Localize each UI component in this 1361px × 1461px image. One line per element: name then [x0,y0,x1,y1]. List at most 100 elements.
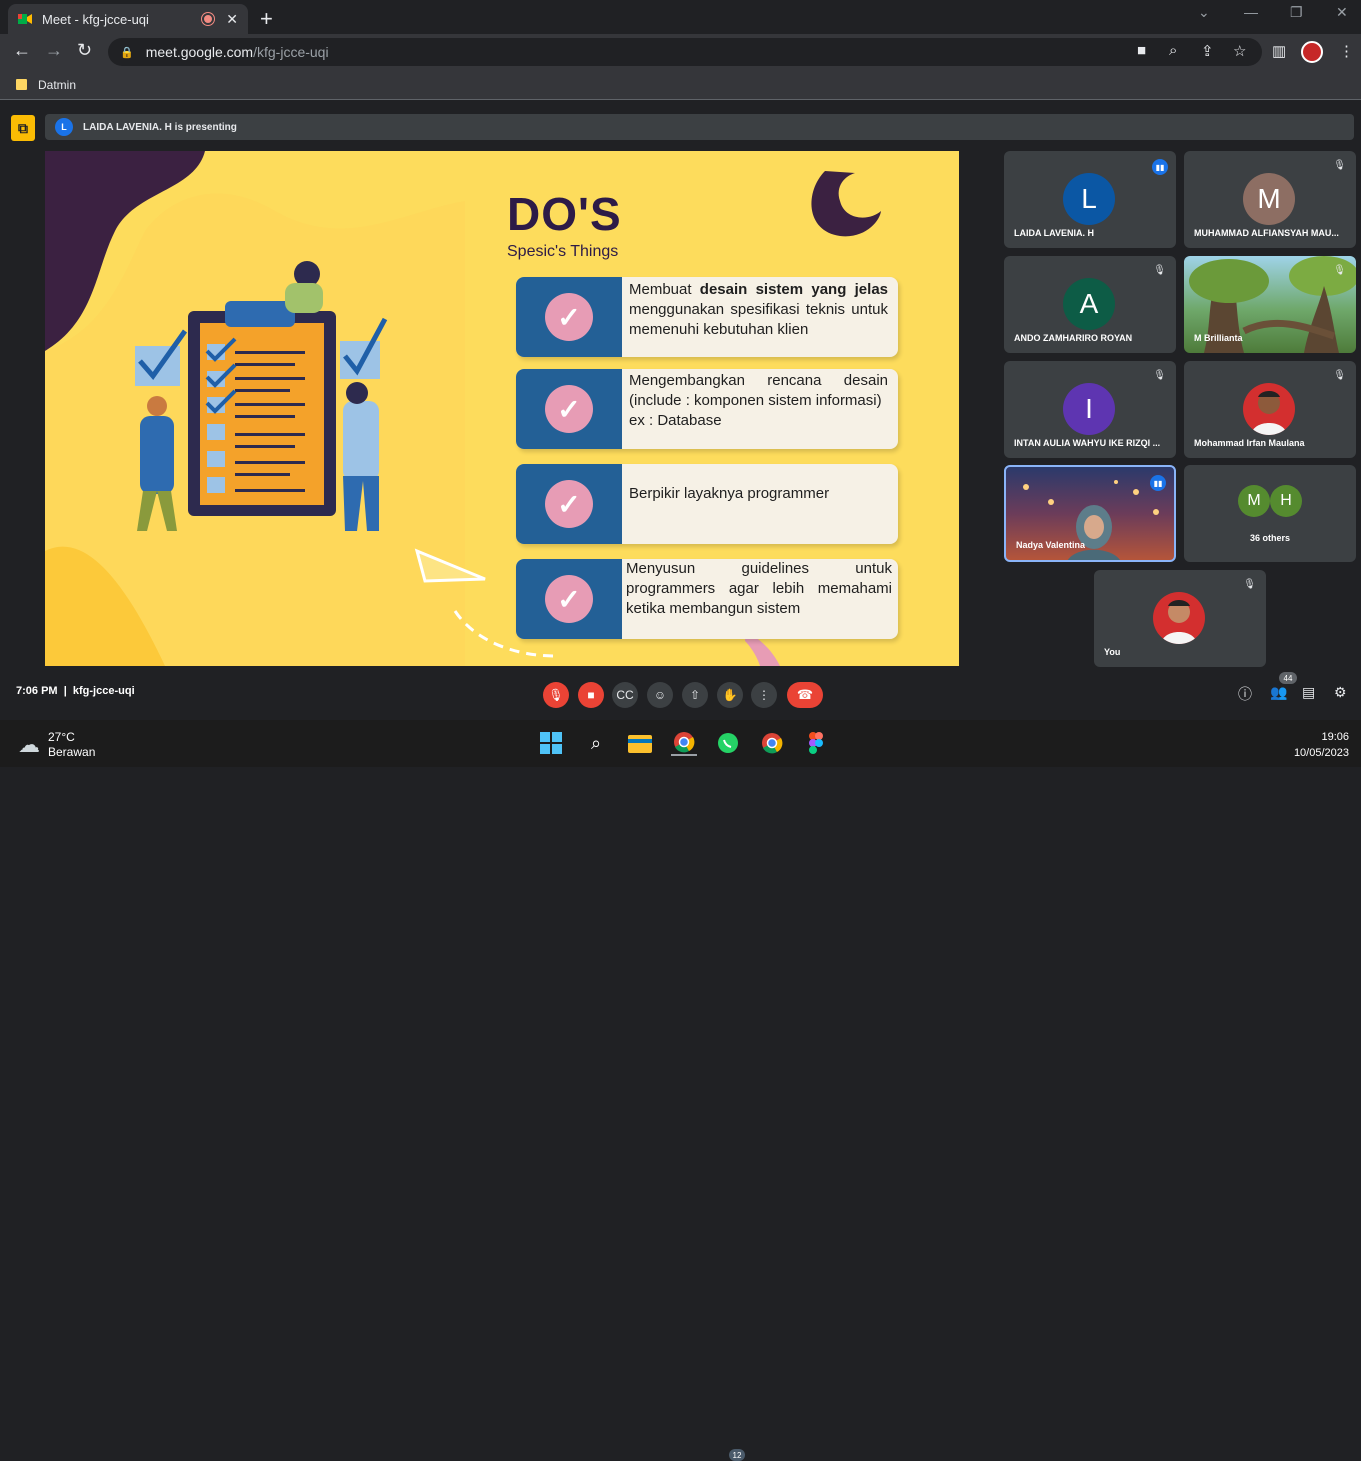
others-tile[interactable]: M H 36 others [1184,465,1356,562]
menu-kebab-icon[interactable]: ⋮ [1339,42,1354,60]
end-call-button[interactable]: ☎ [787,682,823,708]
checkmark-icon: ✓ [545,293,593,341]
zoom-icon[interactable]: ⌕ [1169,42,1177,59]
emoji-button[interactable]: ☺ [647,682,673,708]
search-icon[interactable]: ⌕ [583,730,609,756]
others-avatar: M [1238,485,1270,517]
participant-tile[interactable]: L ▮▮ LAIDA LAVENIA. H [1004,151,1176,248]
self-tile[interactable]: 🎙 You [1094,570,1266,667]
checkmark-icon: ✓ [545,575,593,623]
clock-time: 19:06 [1321,731,1349,743]
profile-avatar[interactable] [1301,41,1323,63]
participant-tile[interactable]: 🎙 M Brillianta [1184,256,1356,353]
weather-widget[interactable]: ☁ 27°C Berawan [18,730,95,760]
present-button[interactable]: ⇧ [682,682,708,708]
url-path: /kfg-jcce-uqi [253,44,329,60]
start-icon[interactable] [538,730,564,756]
participant-tile[interactable]: 🎙 Mohammad Irfan Maulana [1184,361,1356,458]
meeting-details-icon[interactable]: ⓘ [1238,684,1252,704]
camera-toggle-button[interactable]: ■ [578,682,604,708]
meet-area: ⧉ L LAIDA LAVENIA. H is presenting DO'S … [0,103,1361,720]
new-tab-button[interactable]: + [260,6,273,32]
participant-avatar: I [1063,383,1115,435]
browser-tab[interactable]: Meet - kfg-jcce-uqi ✕ [8,4,248,34]
people-icon[interactable]: 👥 [1270,684,1287,701]
address-bar[interactable]: 🔒 meet.google.com/kfg-jcce-uqi [108,38,1262,66]
participant-name: ANDO ZAMHARIRO ROYAN [1014,333,1133,343]
raise-hand-button[interactable]: ✋ [717,682,743,708]
cloud-icon: ☁ [18,732,40,757]
captions-button[interactable]: CC [612,682,638,708]
browser-toolbar: ← → ↻ 🔒 meet.google.com/kfg-jcce-uqi ■ ⌕… [0,34,1361,70]
reload-button[interactable]: ↻ [77,40,92,61]
participant-avatar: A [1063,278,1115,330]
meeting-info: 7:06 PM | kfg-jcce-uqi [16,685,135,697]
chrome-profile-icon[interactable] [759,730,785,756]
lock-icon[interactable]: 🔒 [120,46,134,59]
participant-tile[interactable]: A 🎙 ANDO ZAMHARIRO ROYAN [1004,256,1176,353]
slide-card-3: ✓ Berpikir layaknya programmer [516,464,898,544]
self-name: You [1104,647,1121,657]
system-clock[interactable]: 19:06 10/05/2023 [1294,729,1349,761]
windows-taskbar: ☁ 27°C Berawan ⌕ 12 19:06 10/05/2023 [0,720,1361,1461]
file-explorer-icon[interactable] [627,730,653,756]
participant-name: MUHAMMAD ALFIANSYAH MAU... [1194,228,1339,238]
minimize-button[interactable]: — [1244,4,1258,20]
figma-icon[interactable] [803,730,829,756]
activities-icon[interactable]: ⚙ [1334,684,1347,701]
back-button[interactable]: ← [13,40,31,61]
close-window-button[interactable]: ✕ [1336,4,1348,21]
restore-button[interactable]: ❐ [1290,4,1303,21]
mic-off-icon: 🎙 [1333,160,1346,171]
bookmark-datmin[interactable]: Datmin [38,78,76,92]
meet-favicon-icon [18,14,32,24]
participant-avatar: M [1243,173,1295,225]
tab-search-icon[interactable]: ⌄ [1198,4,1210,21]
others-avatar: H [1270,485,1302,517]
participant-tile[interactable]: I 🎙 INTAN AULIA WAHYU IKE RIZQI ... [1004,361,1176,458]
share-icon[interactable]: ⇪ [1201,42,1214,60]
checkmark-icon: ✓ [545,385,593,433]
temperature: 27°C [48,730,75,744]
tab-title: Meet - kfg-jcce-uqi [42,11,149,27]
participant-tile[interactable]: ▮▮ Nadya Valentina [1004,465,1176,562]
presentation-icon[interactable]: ⧉ [11,115,35,141]
tab-close-button[interactable]: ✕ [226,11,238,28]
slide-subtitle: Spesic's Things [507,243,619,260]
whatsapp-badge: 12 [729,1449,745,1461]
camera-icon[interactable]: ■ [1137,42,1146,59]
mic-off-icon: 🎙 [1243,579,1256,590]
participant-tile[interactable]: M 🎙 MUHAMMAD ALFIANSYAH MAU... [1184,151,1356,248]
card-2-text: Mengembangkan rencana desain (include : … [629,372,888,429]
participant-name: LAIDA LAVENIA. H [1014,228,1094,238]
others-count: 36 others [1249,533,1291,543]
checkmark-icon: ✓ [545,480,593,528]
whatsapp-icon[interactable] [715,730,741,756]
card-3-text: Berpikir layaknya programmer [629,485,830,502]
presenter-avatar: L [55,118,73,136]
bookmark-star-icon[interactable]: ☆ [1233,42,1246,60]
participant-name: INTAN AULIA WAHYU IKE RIZQI ... [1014,438,1161,448]
more-options-button[interactable]: ⋮ [751,682,777,708]
folder-icon [16,79,27,90]
side-panel-icon[interactable]: ▥ [1272,42,1286,60]
mic-toggle-button[interactable]: 🎙 [543,682,569,708]
presentation-slide: DO'S Spesic's Things ✓ Membuat desain si… [45,151,959,666]
speaking-icon: ▮▮ [1150,475,1166,491]
meet-control-bar: 7:06 PM | kfg-jcce-uqi 🎙 ■ CC ☺ ⇧ ✋ ⋮ ☎ … [0,672,1361,717]
clock-date: 10/05/2023 [1293,747,1349,759]
slide-title: DO'S [507,188,622,240]
participant-name: Nadya Valentina [1016,540,1086,550]
self-photo [1153,592,1205,644]
participant-name: M Brillianta [1194,333,1243,343]
card-4-text: Menyusun guidelines untuk programmers ag… [626,560,892,617]
url-host: meet.google.com [145,44,254,60]
presenting-banner: L LAIDA LAVENIA. H is presenting [45,114,1354,140]
card-1-text: Membuat desain sistem yang jelas menggun… [629,281,888,338]
mic-off-icon: 🎙 [1333,265,1346,276]
chat-icon[interactable]: ▤ [1302,684,1315,701]
chrome-icon[interactable] [671,730,697,756]
slide-card-1: ✓ Membuat desain sistem yang jelas mengg… [516,277,898,357]
people-count-badge: 44 [1279,672,1297,684]
forward-button[interactable]: → [45,40,63,61]
